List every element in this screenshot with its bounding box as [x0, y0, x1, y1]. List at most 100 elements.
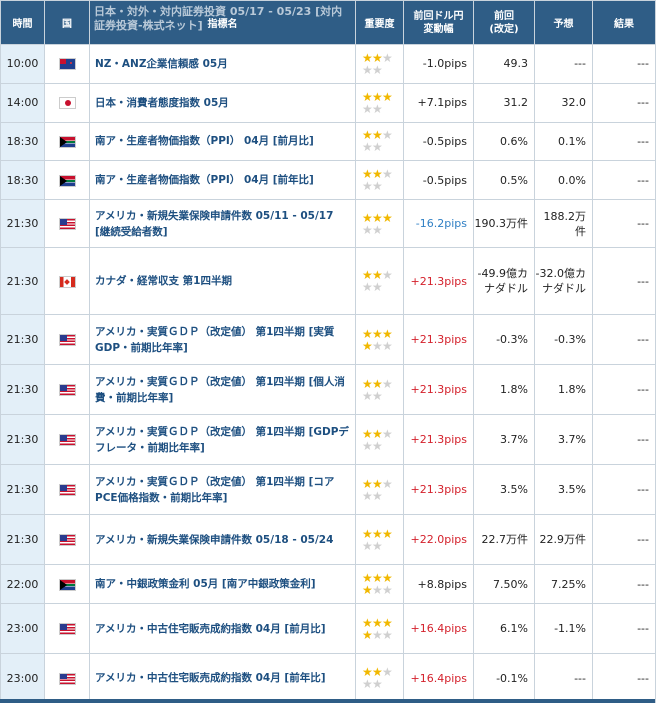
indicator-link[interactable]: NZ・ANZ企業信頼感 05月 — [89, 44, 356, 84]
time-cell: 23:00 — [0, 653, 45, 703]
star-icon: ★ — [372, 376, 383, 391]
star-icon: ★ — [382, 89, 393, 104]
prev-cell: 6.1% — [473, 603, 535, 654]
stars-row: ★★ — [362, 440, 403, 452]
table-row[interactable]: 10:00 NZ・ANZ企業信頼感 05月 ★★★ ★★ -1.0pips 49.3 ---… — [0, 44, 656, 84]
stars-row: ★★ — [362, 224, 403, 236]
result-cell: --- — [592, 653, 656, 703]
star-icon: ★ — [362, 376, 373, 391]
pips-cell: +16.4pips — [403, 653, 474, 703]
table-row[interactable]: 21:30 アメリカ・新規失業保険申請件数 05/18 - 05/24 ★★★ ★★ +… — [0, 514, 656, 566]
star-icon: ★ — [372, 326, 383, 341]
header-forecast[interactable]: 予想 — [534, 0, 593, 45]
country-cell — [44, 514, 90, 566]
importance-cell: ★★★ ★★ — [355, 464, 404, 516]
us-flag-icon — [59, 335, 75, 346]
star-icon: ★ — [372, 627, 383, 642]
pips-cell: +21.3pips — [403, 246, 474, 316]
table-row[interactable]: 21:30 アメリカ・実質ＧＤＰ（改定値） 第1四半期 [GDPデフレータ・前期比… — [0, 414, 656, 466]
prev-cell: 190.3万件 — [473, 199, 535, 248]
indicator-link[interactable]: アメリカ・実質ＧＤＰ（改定値） 第1四半期 [実質GDP・前期比年率] — [89, 314, 356, 366]
table-row[interactable]: 23:00 アメリカ・中古住宅販売成約指数 04月 [前月比] ★★★ ★★★ +16.… — [0, 603, 656, 654]
stars-row: ★★ — [362, 64, 403, 76]
table-row[interactable]: 18:30 南ア・生産者物価指数（PPI） 04月 [前月比] ★★★ ★★ -0.5p… — [0, 121, 656, 162]
table-row[interactable]: 14:00 日本・消費者態度指数 05月 ★★★ ★★ +7.1pips 31.2 32.0… — [0, 82, 656, 123]
pips-cell: +22.0pips — [403, 514, 474, 566]
star-icon: ★ — [372, 488, 383, 503]
result-cell: --- — [592, 246, 656, 316]
star-icon: ★ — [382, 615, 393, 630]
star-icon: ★ — [362, 388, 373, 403]
table-row[interactable]: 21:30 アメリカ・実質ＧＤＰ（改定値） 第1四半期 [個人消費・前期比年率] ★… — [0, 364, 656, 416]
indicator-link[interactable]: アメリカ・実質ＧＤＰ（改定値） 第1四半期 [コアPCE価格指数・前期比年率] — [89, 464, 356, 516]
za-flag-icon — [59, 136, 75, 147]
importance-cell: ★★★ ★★ — [355, 44, 404, 84]
stars-row: ★★★ — [362, 328, 403, 340]
header-prev[interactable]: 前回 (改定) — [473, 0, 535, 45]
indicator-link[interactable]: アメリカ・実質ＧＤＰ（改定値） 第1四半期 [GDPデフレータ・前期比年率] — [89, 414, 356, 466]
prev-cell: 3.5% — [473, 464, 535, 516]
header-importance[interactable]: 重要度 — [355, 0, 404, 45]
importance-cell: ★★★ ★★ — [355, 82, 404, 123]
header-time[interactable]: 時間 — [0, 0, 45, 45]
prev-cell: 0.6% — [473, 121, 535, 162]
header-indicator[interactable]: 日本・対外・対内証券投資 05/17 - 05/23 [対内証券投資-株式ネット… — [89, 0, 356, 45]
result-cell: --- — [592, 464, 656, 516]
indicator-link[interactable]: 南ア・生産者物価指数（PPI） 04月 [前年比] — [89, 160, 356, 201]
table-row[interactable]: 23:00 アメリカ・中古住宅販売成約指数 04月 [前年比] ★★★ ★★ +16.4… — [0, 653, 656, 703]
stars-row: ★★★ — [362, 478, 403, 490]
star-icon: ★ — [362, 210, 373, 225]
star-icon: ★ — [362, 615, 373, 630]
indicator-link[interactable]: カナダ・経常収支 第1四半期 — [89, 246, 356, 316]
table-row[interactable]: 21:30 アメリカ・実質ＧＤＰ（改定値） 第1四半期 [コアPCE価格指数・前期… — [0, 464, 656, 516]
forecast-cell: 3.7% — [534, 414, 593, 466]
time-cell: 21:30 — [0, 364, 45, 416]
ca-flag-icon — [59, 276, 75, 287]
indicator-link[interactable]: 南ア・中銀政策金利 05月 [南ア中銀政策金利] — [89, 564, 356, 605]
country-cell — [44, 564, 90, 605]
indicator-link[interactable]: アメリカ・実質ＧＤＰ（改定値） 第1四半期 [個人消費・前期比年率] — [89, 364, 356, 416]
time-cell: 21:30 — [0, 246, 45, 316]
indicator-link[interactable]: アメリカ・新規失業保険申請件数 05/11 - 05/17 [継続受給者数] — [89, 199, 356, 248]
forecast-cell: --- — [534, 653, 593, 703]
star-icon: ★ — [372, 476, 383, 491]
jp-flag-icon — [59, 98, 75, 109]
result-cell: --- — [592, 414, 656, 466]
forecast-cell: -1.1% — [534, 603, 593, 654]
us-flag-icon — [59, 219, 75, 230]
forecast-cell: --- — [534, 44, 593, 84]
header-prev-line2: (改定) — [489, 23, 519, 35]
indicator-link[interactable]: アメリカ・新規失業保険申請件数 05/18 - 05/24 — [89, 514, 356, 566]
country-cell — [44, 414, 90, 466]
result-cell: --- — [592, 603, 656, 654]
table-row[interactable]: 21:30 カナダ・経常収支 第1四半期 ★★★ ★★ +21.3pips -49.9億カ… — [0, 246, 656, 316]
table-row[interactable]: 22:00 南ア・中銀政策金利 05月 [南ア中銀政策金利] ★★★ ★★★ +8.8p… — [0, 564, 656, 605]
za-flag-icon — [59, 175, 75, 186]
header-result[interactable]: 結果 — [592, 0, 656, 45]
star-icon: ★ — [372, 210, 383, 225]
indicator-link[interactable]: 南ア・生産者物価指数（PPI） 04月 [前月比] — [89, 121, 356, 162]
pips-cell: +21.3pips — [403, 364, 474, 416]
table-row[interactable]: 18:30 南ア・生産者物価指数（PPI） 04月 [前年比] ★★★ ★★ -0.5p… — [0, 160, 656, 201]
indicator-link[interactable]: 日本・消費者態度指数 05月 — [89, 82, 356, 123]
table-row[interactable]: 21:30 アメリカ・実質ＧＤＰ（改定値） 第1四半期 [実質GDP・前期比年率]… — [0, 314, 656, 366]
indicator-link[interactable]: アメリカ・中古住宅販売成約指数 04月 [前月比] — [89, 603, 356, 654]
table-row[interactable]: 21:30 アメリカ・新規失業保険申請件数 05/11 - 05/17 [継続受給… — [0, 199, 656, 248]
pips-cell: +7.1pips — [403, 82, 474, 123]
country-cell — [44, 44, 90, 84]
time-cell: 21:30 — [0, 464, 45, 516]
star-icon: ★ — [362, 488, 373, 503]
result-cell: --- — [592, 82, 656, 123]
header-pips[interactable]: 前回ドル円 変動幅 — [403, 0, 474, 45]
header-country[interactable]: 国 — [44, 0, 90, 45]
forecast-cell: -0.3% — [534, 314, 593, 366]
pips-cell: +8.8pips — [403, 564, 474, 605]
result-cell: --- — [592, 364, 656, 416]
us-flag-icon — [59, 485, 75, 496]
stars-row: ★★★ — [362, 378, 403, 390]
result-cell: --- — [592, 199, 656, 248]
country-cell — [44, 82, 90, 123]
star-icon: ★ — [372, 222, 383, 237]
indicator-link[interactable]: アメリカ・中古住宅販売成約指数 04月 [前年比] — [89, 653, 356, 703]
economic-calendar-table: 時間 国 日本・対外・対内証券投資 05/17 - 05/23 [対内証券投資-… — [0, 0, 656, 703]
